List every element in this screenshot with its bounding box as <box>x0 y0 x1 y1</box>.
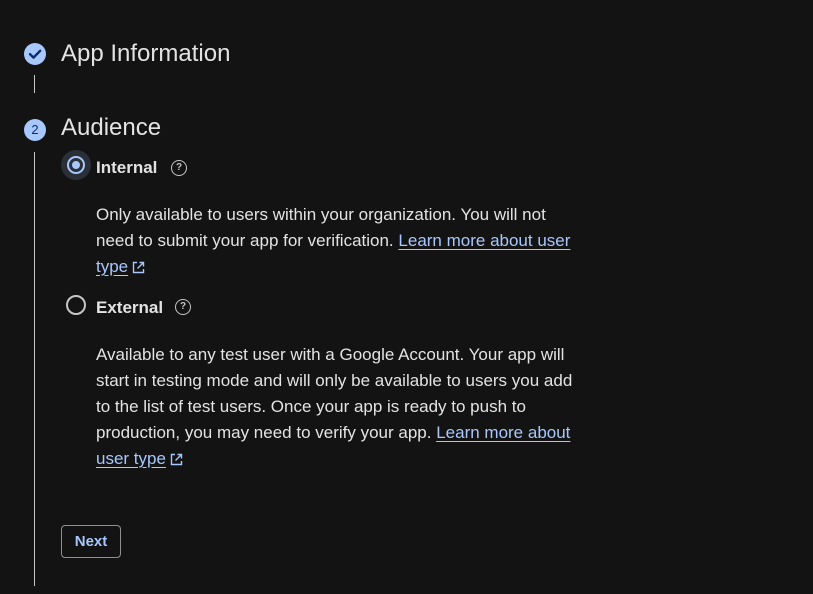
open-in-new-icon[interactable] <box>132 256 145 282</box>
radio-external[interactable] <box>66 295 86 315</box>
step-connector <box>34 152 35 586</box>
help-circle-icon[interactable]: ? <box>171 160 187 176</box>
option-label-external[interactable]: External <box>96 298 163 318</box>
open-in-new-icon[interactable] <box>170 448 183 474</box>
option-label-internal[interactable]: Internal <box>96 158 157 178</box>
next-button[interactable]: Next <box>61 525 121 558</box>
option-description-internal: Only available to users within your orga… <box>96 202 586 282</box>
help-circle-icon[interactable]: ? <box>175 299 191 315</box>
radio-internal[interactable] <box>67 156 85 174</box>
step-title-app-information[interactable]: App Information <box>61 40 230 68</box>
step-number-badge: 2 <box>24 119 46 141</box>
option-description-external: Available to any test user with a Google… <box>96 342 586 474</box>
step-connector <box>34 75 35 93</box>
step-completed-check-icon <box>24 43 46 65</box>
step-title-audience: Audience <box>61 114 162 141</box>
oauth-consent-page: App Information 2 Audience Internal ? On… <box>0 0 813 594</box>
